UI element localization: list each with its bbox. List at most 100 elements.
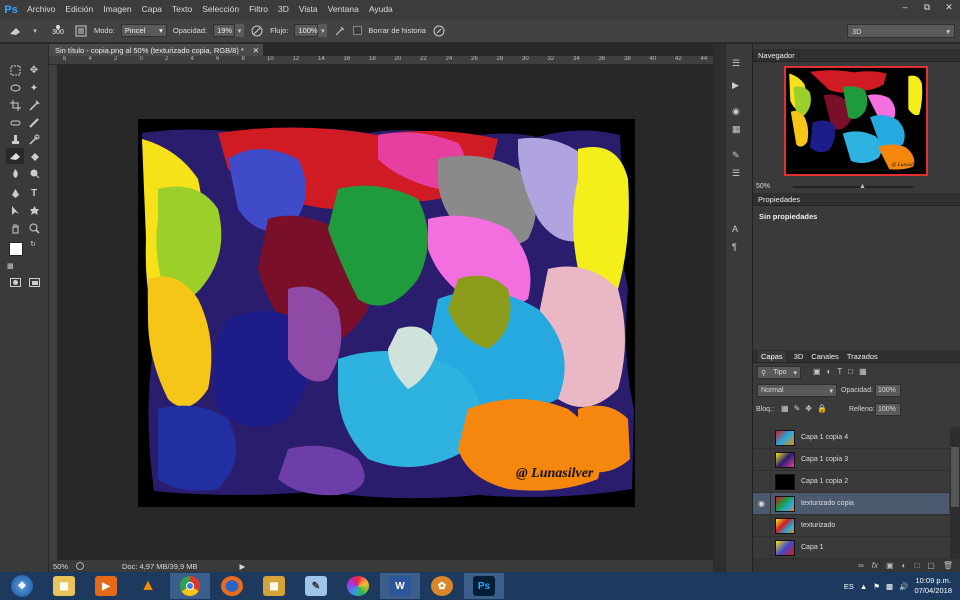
tray-arrow-icon[interactable]: ▲ (860, 582, 867, 591)
swap-colors-icon[interactable]: ↻ (30, 240, 36, 248)
link-layers-icon[interactable]: ∞ (858, 561, 864, 570)
image-canvas[interactable]: @ Lunasilver (138, 119, 635, 507)
type-tool-icon[interactable]: T (25, 185, 43, 201)
lock-all-icon[interactable]: 🔒 (817, 404, 827, 413)
shape-filter-icon[interactable]: □ (848, 367, 853, 376)
layer-row[interactable]: Capa 1 copia 2 (753, 470, 949, 493)
color-panel-icon[interactable]: ◉ (732, 106, 740, 117)
character-panel-icon[interactable]: A (732, 224, 738, 234)
clock[interactable]: 10:09 p.m. 07/04/2018 (914, 576, 952, 596)
canvas-vertical-scrollbar[interactable] (713, 44, 725, 572)
opacity-slider-toggle[interactable]: ▾ (235, 24, 245, 37)
lock-position-icon[interactable]: ✥ (805, 404, 812, 413)
menu-3d[interactable]: 3D (273, 0, 294, 19)
layer-opacity-input[interactable]: 100% (875, 384, 901, 397)
layer-filter-select[interactable]: ⚲ Tipo ▾ (757, 366, 801, 379)
workspace-select[interactable]: 3D ▾ (847, 24, 955, 38)
layer-row[interactable]: Capa 1 copia 4 (753, 426, 949, 449)
layer-row[interactable]: Capa 1 (753, 536, 949, 559)
properties-panel-tab[interactable]: Propiedades (753, 193, 960, 206)
flow-input[interactable]: 100% (294, 24, 319, 37)
flag-icon[interactable]: ⚑ (873, 582, 880, 591)
type-filter-icon[interactable]: T (837, 367, 842, 376)
clone-stamp-tool-icon[interactable] (6, 131, 24, 147)
chrome-icon[interactable] (170, 573, 210, 599)
menu-ayuda[interactable]: Ayuda (364, 0, 398, 19)
word-icon[interactable]: W (380, 573, 420, 599)
lasso-tool-icon[interactable] (6, 80, 24, 96)
airbrush-icon[interactable] (333, 24, 347, 38)
navigator-zoom[interactable]: 50% (756, 183, 770, 190)
adjustment-layer-icon[interactable]: ◐ (902, 561, 907, 570)
marquee-tool-icon[interactable] (6, 62, 24, 78)
adjustments-panel-icon[interactable]: ☰ (732, 168, 740, 179)
paragraph-panel-icon[interactable]: ¶ (732, 242, 737, 252)
close-icon[interactable]: ✕ (938, 0, 960, 14)
menu-ventana[interactable]: Ventana (323, 0, 364, 19)
mode-select[interactable]: Pincel ▾ (120, 24, 167, 37)
zoom-level[interactable]: 50% (53, 562, 68, 571)
new-layer-icon[interactable]: ▢ (927, 561, 935, 570)
visibility-toggle[interactable] (753, 426, 771, 449)
media-player-icon[interactable]: ▶ (86, 573, 126, 599)
zoom-slider-handle-icon[interactable]: ▲ (859, 183, 866, 190)
brush-presets-icon[interactable]: ✎ (732, 150, 740, 161)
magic-wand-tool-icon[interactable]: ✦ (25, 80, 43, 96)
eraser-tool-icon[interactable] (8, 24, 22, 38)
swatches-panel-icon[interactable]: ▦ (732, 124, 741, 135)
brush-panel-icon[interactable] (74, 24, 88, 38)
layer-row-selected[interactable]: ◉ texturizado copia (753, 492, 949, 515)
launcher-icon[interactable]: ✿ (422, 573, 462, 599)
layer-style-icon[interactable]: fx (872, 561, 878, 570)
brush-size-preview[interactable]: 300 (48, 21, 68, 41)
flow-slider-toggle[interactable]: ▾ (318, 24, 328, 37)
foreground-color-swatch[interactable] (9, 242, 23, 256)
default-colors-icon[interactable]: ▩ (7, 262, 14, 270)
menu-texto[interactable]: Texto (167, 0, 197, 19)
custom-shape-tool-icon[interactable] (25, 202, 43, 218)
tab-3d[interactable]: 3D (794, 352, 804, 361)
tab-capas[interactable]: Capas (758, 350, 786, 362)
tab-canales[interactable]: Canales (811, 352, 839, 361)
screen-mode-icon[interactable] (25, 274, 43, 290)
lock-pixels-icon[interactable]: ✎ (794, 404, 801, 413)
crop-tool-icon[interactable] (6, 97, 24, 113)
document-tab[interactable]: Sin título - copia.png al 50% (texturiza… (49, 44, 263, 56)
move-tool-icon[interactable]: ✥ (25, 62, 43, 78)
pressure-size-icon[interactable] (432, 24, 446, 38)
history-panel-icon[interactable]: ☰ (732, 58, 740, 69)
blur-tool-icon[interactable] (6, 165, 24, 181)
menu-filtro[interactable]: Filtro (244, 0, 273, 19)
menu-capa[interactable]: Capa (137, 0, 167, 19)
path-selection-tool-icon[interactable] (6, 202, 24, 218)
firefox-icon[interactable] (212, 573, 252, 599)
layer-row[interactable]: Capa 1 copia 3 (753, 448, 949, 471)
layers-scrollbar[interactable] (950, 427, 960, 559)
eyedropper-tool-icon[interactable] (25, 97, 43, 113)
smart-object-filter-icon[interactable]: ▦ (859, 367, 867, 376)
navigator-preview[interactable]: @ Lunasilver (784, 66, 928, 176)
visibility-toggle[interactable] (753, 514, 771, 537)
status-info-icon[interactable] (76, 562, 85, 570)
add-mask-icon[interactable]: ▣ (886, 561, 894, 570)
dodge-tool-icon[interactable] (25, 165, 43, 181)
brush-tool-icon[interactable] (25, 114, 43, 130)
visibility-toggle[interactable] (753, 536, 771, 559)
fill-input[interactable]: 100% (875, 403, 901, 416)
delete-layer-icon[interactable]: 🗑 (943, 561, 953, 570)
network-icon[interactable]: ▩ (886, 582, 893, 591)
quick-mask-icon[interactable] (6, 274, 24, 290)
navigator-panel-tab[interactable]: Navegador (753, 49, 960, 62)
opacity-input[interactable]: 19% (213, 24, 236, 37)
tab-trazados[interactable]: Trazados (847, 352, 878, 361)
menu-vista[interactable]: Vista (294, 0, 323, 19)
healing-brush-tool-icon[interactable] (6, 114, 24, 130)
zoom-tool-icon[interactable] (25, 220, 43, 236)
menu-seleccion[interactable]: Selección (197, 0, 244, 19)
adjustment-filter-icon[interactable]: ◐ (827, 367, 832, 376)
blend-mode-select[interactable]: Normal ▾ (757, 384, 837, 397)
volume-icon[interactable]: 🔊 (899, 582, 908, 591)
archive-icon[interactable]: ▦ (254, 573, 294, 599)
new-group-icon[interactable]: □ (914, 561, 919, 570)
start-button[interactable]: ❖ (2, 573, 42, 599)
